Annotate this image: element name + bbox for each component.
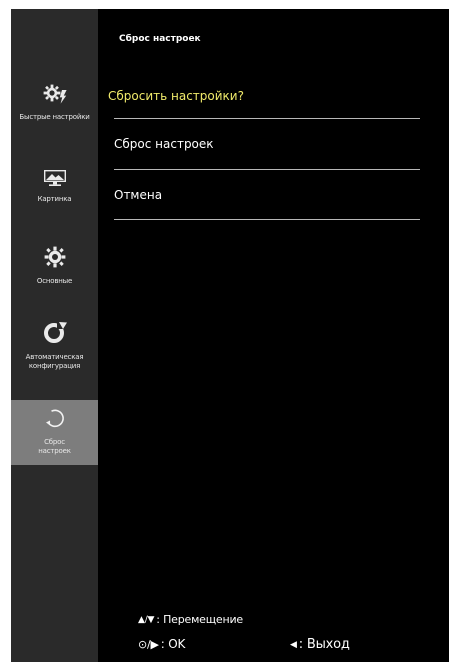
gear-icon [43, 245, 67, 273]
hint-exit-label: : Выход [298, 637, 350, 652]
reset-icon [43, 406, 67, 434]
sidebar-item-reset[interactable]: Сброс настроек [11, 400, 98, 465]
sidebar-item-picture[interactable]: Картинка [11, 169, 98, 213]
sidebar-item-label: Быстрые настройки [19, 113, 90, 121]
hint-ok: ⊙/▶ : OK [138, 637, 185, 651]
hint-move: ▲/▼ : Перемещение [138, 613, 243, 626]
sidebar-item-label: Картинка [37, 195, 72, 203]
option-reset-settings[interactable]: Сброс настроек [114, 137, 214, 151]
sidebar-item-label: Автоматическая конфигурация [25, 353, 84, 370]
divider [114, 169, 420, 170]
page-title: Сброс настроек [119, 34, 201, 44]
sidebar-item-auto-config[interactable]: Автоматическая конфигурация [11, 319, 98, 383]
up-down-arrows-icon: ▲/▼ [138, 614, 155, 625]
ok-joystick-icon: ⊙/▶ [138, 637, 159, 651]
hint-exit: ◀ : Выход [290, 637, 350, 652]
sidebar-item-general[interactable]: Основные [11, 245, 98, 297]
quick-settings-icon [43, 83, 67, 109]
reset-question: Сбросить настройки? [108, 89, 244, 103]
divider [114, 118, 420, 119]
left-arrow-icon: ◀ [290, 639, 297, 650]
sidebar-item-quick-settings[interactable]: Быстрые настройки [11, 83, 98, 135]
sidebar-item-label: Сброс настроек [38, 438, 71, 455]
divider [114, 219, 420, 220]
sidebar-item-label: Основные [36, 277, 73, 285]
hint-move-label: : Перемещение [156, 613, 243, 626]
option-cancel[interactable]: Отмена [114, 188, 162, 202]
osd-menu: Быстрые настройки Картинка Основные Авто… [11, 9, 449, 662]
sidebar: Быстрые настройки Картинка Основные Авто… [11, 9, 98, 662]
main-panel: Сброс настроек Сбросить настройки? Сброс… [98, 9, 449, 662]
picture-icon [43, 169, 67, 191]
auto-config-icon [42, 319, 68, 349]
hint-ok-label: : OK [160, 637, 186, 651]
